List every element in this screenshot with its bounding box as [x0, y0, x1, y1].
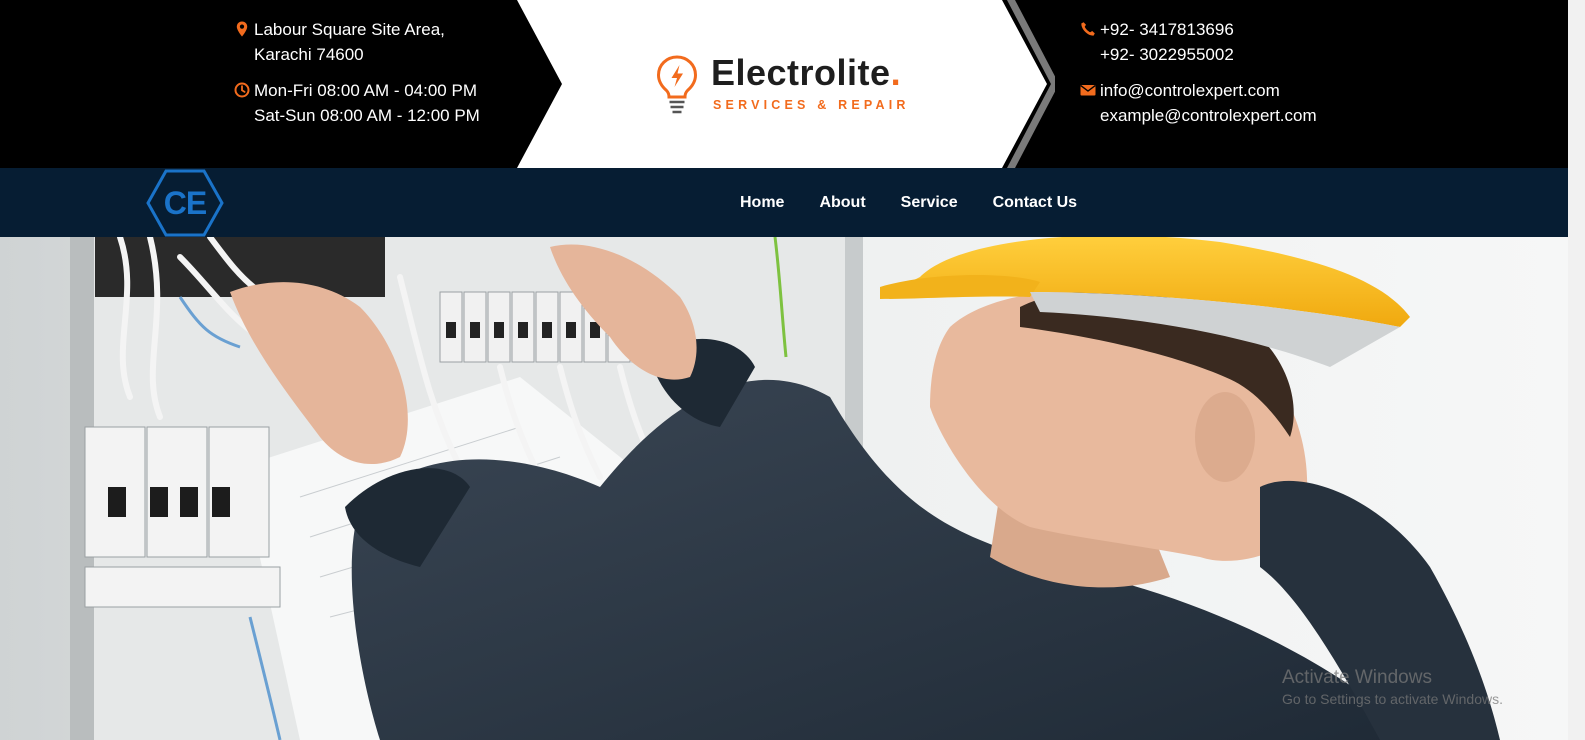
main-navbar: CE Home About Service Contact Us	[0, 168, 1568, 237]
nav-menu: Home About Service Contact Us	[740, 168, 1112, 237]
brand-logo[interactable]: Electrolite. SERVICES & REPAIR	[655, 52, 925, 122]
hours-line-1: Mon-Fri 08:00 AM - 04:00 PM	[254, 81, 477, 100]
clock-icon	[234, 82, 250, 98]
phone-1[interactable]: +92- 3417813696	[1100, 20, 1234, 39]
nav-home[interactable]: Home	[740, 194, 784, 212]
watermark-title: Activate Windows	[1282, 667, 1432, 688]
hours-line-2: Sat-Sun 08:00 AM - 12:00 PM	[254, 106, 480, 125]
brand-tagline: SERVICES & REPAIR	[713, 98, 910, 112]
nav-contact-us[interactable]: Contact Us	[993, 194, 1077, 212]
hero-electrician-image	[0, 237, 1568, 740]
phone-2[interactable]: +92- 3022955002	[1100, 45, 1234, 64]
hours-block: Mon-Fri 08:00 AM - 04:00 PM Sat-Sun 08:0…	[234, 78, 480, 128]
brand-dot: .	[890, 52, 902, 93]
nav-service[interactable]: Service	[901, 194, 958, 212]
hero-banner	[0, 237, 1568, 740]
lightbulb-icon	[656, 55, 698, 114]
nav-about[interactable]: About	[819, 194, 865, 212]
phone-icon	[1081, 22, 1095, 36]
page-scrollbar[interactable]	[1568, 0, 1585, 740]
ce-logo[interactable]: CE	[146, 169, 224, 237]
logo-text: CE	[163, 184, 207, 221]
address-line-2: Karachi 74600	[254, 45, 364, 64]
address-line-1: Labour Square Site Area,	[254, 20, 445, 39]
envelope-icon	[1080, 85, 1096, 96]
windows-activation-watermark: Activate Windows Go to Settings to activ…	[1282, 667, 1503, 709]
email-2[interactable]: example@controlexpert.com	[1100, 106, 1317, 125]
brand-name: Electrolite.	[711, 52, 901, 94]
map-marker-icon	[236, 21, 248, 37]
email-block: info@controlexpert.com example@controlex…	[1080, 78, 1317, 128]
watermark-subtitle: Go to Settings to activate Windows.	[1282, 691, 1503, 707]
phone-block: +92- 3417813696 +92- 3022955002	[1080, 17, 1234, 67]
email-1[interactable]: info@controlexpert.com	[1100, 81, 1280, 100]
top-info-bar: Labour Square Site Area, Karachi 74600 M…	[0, 0, 1568, 168]
brand-name-text: Electrolite	[711, 52, 891, 93]
address-block: Labour Square Site Area, Karachi 74600	[234, 17, 445, 67]
